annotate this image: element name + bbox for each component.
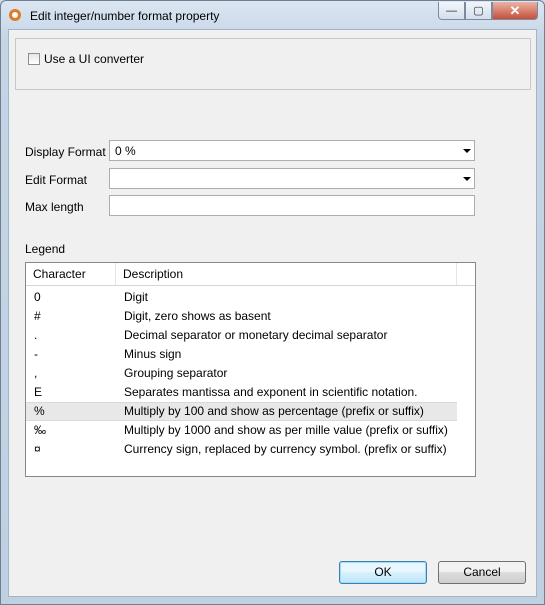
ui-converter-checkbox[interactable] bbox=[28, 53, 40, 65]
display-format-combo[interactable]: 0 % bbox=[109, 140, 475, 161]
minimize-button[interactable]: — bbox=[438, 2, 465, 20]
display-format-label: Display Format bbox=[25, 145, 106, 159]
edit-format-label: Edit Format bbox=[25, 173, 88, 187]
cell-character: ‰ bbox=[34, 423, 46, 437]
ui-converter-label[interactable]: Use a UI converter bbox=[44, 52, 144, 66]
column-header-filler bbox=[457, 263, 475, 285]
max-length-label: Max length bbox=[25, 200, 84, 214]
cell-description: Currency sign, replaced by currency symb… bbox=[124, 442, 447, 456]
table-row[interactable]: 0 Digit bbox=[26, 288, 457, 307]
close-icon: ✕ bbox=[509, 2, 521, 18]
table-row[interactable]: % Multiply by 100 and show as percentage … bbox=[26, 402, 457, 421]
display-format-value: 0 % bbox=[115, 144, 136, 158]
title-bar[interactable]: Edit integer/number format property — ▢ … bbox=[1, 1, 544, 29]
cell-character: - bbox=[34, 347, 38, 361]
app-icon bbox=[9, 9, 21, 21]
legend-table[interactable]: Character Description 0 Digit # Digit, zero… bbox=[25, 262, 476, 477]
ok-button[interactable]: OK bbox=[339, 561, 427, 584]
cell-description: Decimal separator or monetary decimal se… bbox=[124, 328, 388, 342]
cell-description: Digit bbox=[124, 290, 149, 304]
cell-character: . bbox=[34, 328, 38, 342]
caption-buttons: — ▢ ✕ bbox=[438, 2, 538, 20]
chevron-down-icon[interactable] bbox=[463, 177, 471, 181]
dialog-content: Use a UI converter Display Format 0 % Ed… bbox=[8, 29, 537, 597]
cell-character: ¤ bbox=[34, 442, 41, 456]
table-row[interactable]: , Grouping separator bbox=[26, 364, 457, 383]
maximize-icon: ▢ bbox=[473, 5, 484, 17]
legend-title: Legend bbox=[25, 242, 66, 256]
cell-description: Minus sign bbox=[124, 347, 182, 361]
table-row[interactable]: . Decimal separator or monetary decimal s… bbox=[26, 326, 457, 345]
cell-description: Digit, zero shows as basent bbox=[124, 309, 271, 323]
table-row[interactable]: - Minus sign bbox=[26, 345, 457, 364]
cell-character: E bbox=[34, 385, 43, 399]
table-row[interactable]: # Digit, zero shows as basent bbox=[26, 307, 457, 326]
cell-description: Multiply by 100 and show as percentage (… bbox=[124, 404, 424, 418]
cell-character: , bbox=[34, 366, 38, 380]
window-title: Edit integer/number format property bbox=[30, 9, 220, 23]
chevron-down-icon[interactable] bbox=[463, 149, 471, 153]
close-button[interactable]: ✕ bbox=[492, 2, 538, 20]
minimize-icon: — bbox=[446, 4, 457, 17]
cell-description: Multiply by 1000 and show as per mille v… bbox=[124, 423, 448, 437]
cell-description: Separates mantissa and exponent in scien… bbox=[124, 385, 418, 399]
cell-character: % bbox=[34, 404, 45, 418]
edit-format-combo[interactable] bbox=[109, 168, 475, 189]
cell-character: 0 bbox=[34, 290, 41, 304]
maximize-button[interactable]: ▢ bbox=[465, 2, 492, 20]
cell-description: Grouping separator bbox=[124, 366, 228, 380]
table-row[interactable]: ¤ Currency sign, replaced by currency sym… bbox=[26, 440, 457, 459]
cell-character: # bbox=[34, 309, 41, 323]
table-row[interactable]: E Separates mantissa and exponent in scie… bbox=[26, 383, 457, 402]
cancel-button[interactable]: Cancel bbox=[438, 561, 526, 584]
converter-group: Use a UI converter bbox=[15, 38, 531, 90]
max-length-input[interactable] bbox=[109, 195, 475, 216]
table-header: Character Description bbox=[26, 263, 475, 286]
dialog-window: Edit integer/number format property — ▢ … bbox=[0, 0, 545, 605]
table-row[interactable]: ‰ Multiply by 1000 and show as per mille … bbox=[26, 421, 457, 440]
column-header-character[interactable]: Character bbox=[26, 263, 116, 285]
column-header-description[interactable]: Description bbox=[116, 263, 457, 285]
